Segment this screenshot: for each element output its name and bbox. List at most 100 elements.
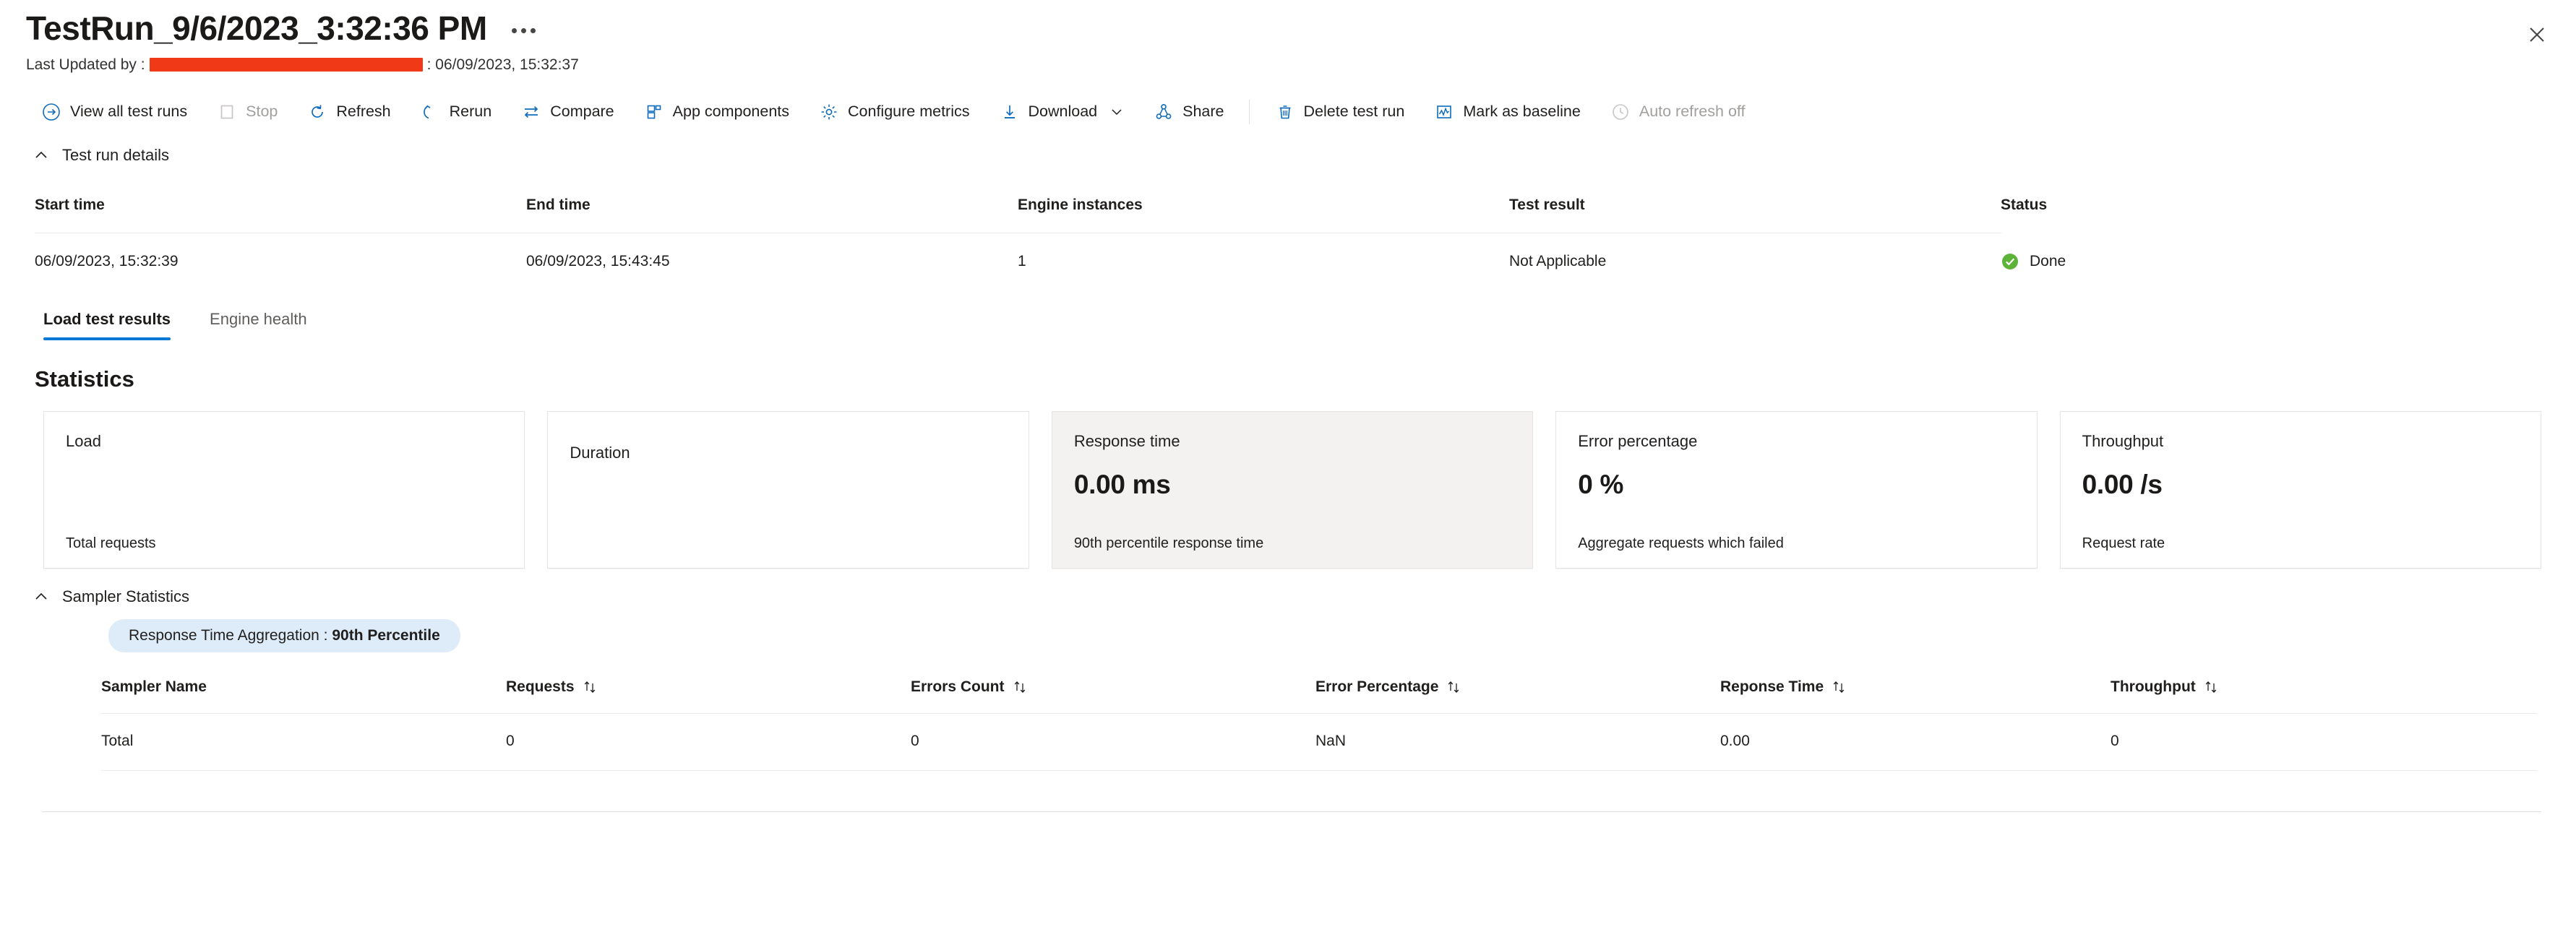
ellipsis-dot [530,28,536,34]
stat-card-throughput[interactable]: Throughput 0.00 /s Request rate [2059,410,2542,569]
aggregation-filter-wrap: Response Time Aggregation : 90th Percent… [0,610,2576,652]
page-bottom-divider [42,811,2541,812]
sampler-statistics-table: Sampler Name Requests Errors Count Error… [0,652,2576,771]
title-row: TestRun_9/6/2023_3:32:36 PM [26,9,2576,48]
test-run-details-title: Test run details [62,145,169,164]
delete-test-run-button[interactable]: Delete test run [1260,93,1420,131]
rerun-button[interactable]: Rerun [405,93,507,131]
table-row: 0 [2111,732,2119,749]
download-icon [999,101,1021,123]
tab-engine-health[interactable]: Engine health [198,303,319,340]
column-header-error-percentage[interactable]: Error Percentage [1315,668,1720,713]
page-header: TestRun_9/6/2023_3:32:36 PM Last Updated… [0,0,2576,74]
tab-engine-health-label: Engine health [210,309,307,328]
column-header-requests-label: Requests [506,678,575,695]
stat-card-load[interactable]: Load Total requests [43,410,525,569]
compare-arrows-icon [520,101,542,123]
mark-as-baseline-button[interactable]: Mark as baseline [1419,93,1595,131]
stat-card-error-percentage[interactable]: Error percentage 0 % Aggregate requests … [1555,410,2038,569]
clock-icon [1610,101,1631,123]
stat-card-load-label: Load [66,431,101,450]
last-updated-line: Last Updated by : : 06/09/2023, 15:32:37 [26,56,2576,74]
stat-card-throughput-value: 0.00 /s [2082,469,2163,499]
stop-button[interactable]: Stop [202,93,292,131]
view-all-test-runs-button[interactable]: View all test runs [26,93,202,131]
table-row: Total [101,732,134,749]
column-header-sampler-name-label: Sampler Name [101,678,207,695]
statistics-heading: Statistics [35,366,134,392]
table-divider [101,769,2537,771]
configure-metrics-button[interactable]: Configure metrics [804,93,984,131]
delete-test-run-label: Delete test run [1303,103,1405,121]
column-header-end-time: End time [526,196,591,213]
cell-engine-instances: 1 [1018,252,1026,269]
stat-card-error-percentage-value: 0 % [1578,469,1624,499]
stat-card-throughput-caption: Request rate [2082,535,2165,551]
share-icon [1153,101,1175,123]
ellipsis-dot [511,28,517,34]
compare-label: Compare [550,103,614,121]
load-test-run-page: TestRun_9/6/2023_3:32:36 PM Last Updated… [0,0,2576,932]
aggregation-pill-value: 90th Percentile [332,626,440,644]
mark-as-baseline-label: Mark as baseline [1463,103,1581,121]
page-title: TestRun_9/6/2023_3:32:36 PM [26,9,487,47]
sampler-statistics-title: Sampler Statistics [62,587,190,605]
response-time-aggregation-pill[interactable]: Response Time Aggregation : 90th Percent… [108,618,460,652]
ellipsis-dot [520,28,526,34]
table-row: NaN [1315,732,1347,749]
column-header-errors-count-label: Errors Count [911,678,1005,695]
table-row: 0 [506,732,515,749]
redacted-user-email [149,58,423,72]
column-header-errors-count[interactable]: Errors Count [911,668,1315,713]
auto-refresh-toggle[interactable]: Auto refresh off [1595,93,1760,131]
app-components-icon [643,101,665,123]
test-run-details-toggle[interactable]: Test run details [0,134,2576,176]
table-row: 0 [911,732,919,749]
rerun-icon [420,101,442,123]
share-label: Share [1182,103,1224,121]
auto-refresh-label: Auto refresh off [1639,103,1746,121]
share-button[interactable]: Share [1138,93,1238,131]
sort-arrows-icon [1446,679,1463,695]
tab-load-test-results[interactable]: Load test results [32,303,182,340]
chevron-down-icon [1109,105,1124,119]
configure-metrics-label: Configure metrics [848,103,970,121]
stat-card-duration[interactable]: Duration [547,410,1029,569]
table-row: 0.00 [1720,732,1750,749]
rerun-label: Rerun [449,103,492,121]
stat-card-duration-label: Duration [570,443,630,462]
compare-button[interactable]: Compare [506,93,628,131]
tab-load-test-results-label: Load test results [43,309,171,328]
sampler-statistics-toggle[interactable]: Sampler Statistics [0,569,2576,610]
stop-square-icon [216,101,238,123]
column-header-start-time: Start time [35,196,105,213]
stat-card-load-caption: Total requests [66,535,156,551]
cell-end-time: 06/09/2023, 15:43:45 [526,252,670,269]
close-button[interactable] [2515,13,2559,56]
results-tablist: Load test results Engine health [0,291,2576,340]
chevron-up-icon [33,147,49,163]
column-header-response-time-label: Reponse Time [1720,678,1824,695]
command-bar: View all test runs Stop Refresh Rerun Co… [0,90,2576,134]
refresh-label: Refresh [336,103,391,121]
cell-start-time: 06/09/2023, 15:32:39 [35,252,179,269]
test-run-details-table: Start time End time Engine instances Tes… [0,176,2576,291]
download-label: Download [1028,103,1098,121]
app-components-button[interactable]: App components [629,93,804,131]
column-header-throughput-label: Throughput [2111,678,2196,695]
refresh-icon [306,101,328,123]
column-header-throughput[interactable]: Throughput [2111,668,2537,713]
column-header-response-time[interactable]: Reponse Time [1720,668,2111,713]
stat-card-error-percentage-label: Error percentage [1578,431,1698,450]
column-header-requests[interactable]: Requests [506,668,911,713]
close-icon [2530,27,2544,42]
status-success-icon [2001,252,2019,271]
stat-card-response-time-value: 0.00 ms [1073,469,1171,499]
stat-card-response-time[interactable]: Response time 0.00 ms 90th percentile re… [1051,410,1534,569]
download-button[interactable]: Download [984,93,1139,131]
app-components-label: App components [672,103,790,121]
more-options-button[interactable] [506,17,541,40]
arrow-right-circle-icon [40,101,62,123]
refresh-button[interactable]: Refresh [292,93,405,131]
toolbar-divider [1248,99,1250,124]
